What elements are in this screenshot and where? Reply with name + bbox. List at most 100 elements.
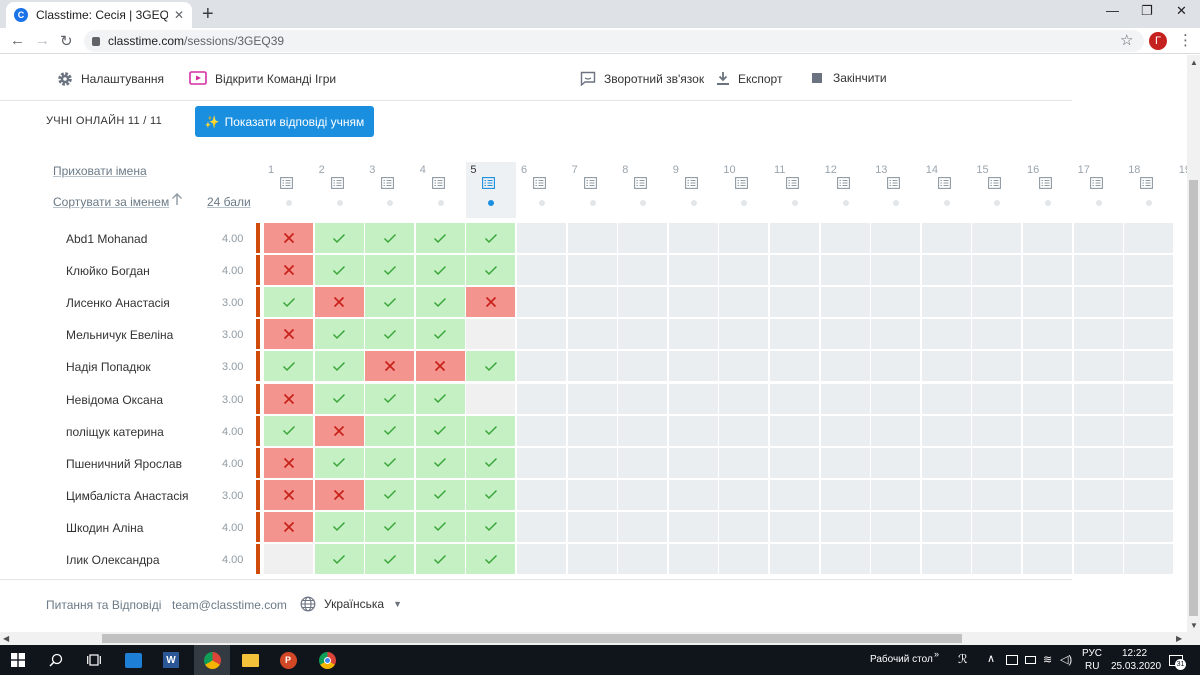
powerpoint-app-icon[interactable]: P (278, 650, 298, 670)
question-header-16[interactable]: 16 (1023, 162, 1073, 218)
word-app-icon[interactable]: W (161, 650, 181, 670)
answer-cell[interactable] (264, 383, 313, 414)
answer-cell[interactable] (365, 351, 415, 382)
minimize-icon[interactable]: — (1106, 3, 1119, 18)
task-view-icon[interactable] (84, 650, 104, 670)
answer-cell[interactable] (314, 223, 364, 253)
answer-cell[interactable] (415, 319, 465, 350)
question-header-12[interactable]: 12 (821, 162, 871, 218)
student-name[interactable]: поліщук катерина (66, 425, 164, 439)
question-header-1[interactable]: 1 (264, 162, 314, 218)
question-header-7[interactable]: 7 (568, 162, 618, 218)
question-header-17[interactable]: 17 (1074, 162, 1124, 218)
email-link[interactable]: team@classtime.com (172, 598, 287, 612)
windows-start-icon[interactable] (8, 650, 28, 670)
clock-time[interactable]: 12:22 (1122, 648, 1147, 659)
desktop-toolbar-label[interactable]: Рабочий стол (870, 654, 933, 665)
question-header-18[interactable]: 18 (1124, 162, 1174, 218)
answer-cell[interactable] (415, 223, 465, 253)
answer-cell[interactable] (314, 511, 364, 542)
toolbar-expand-icon[interactable]: » (934, 649, 939, 659)
answer-cell[interactable] (365, 479, 415, 510)
answer-cell[interactable] (264, 479, 313, 510)
export-button[interactable]: Експорт (716, 71, 782, 86)
store-app-icon[interactable] (123, 650, 143, 670)
new-tab-icon[interactable]: + (202, 3, 214, 26)
feedback-button[interactable]: Зворотний зв'язок (580, 71, 704, 86)
answer-cell[interactable] (466, 415, 516, 446)
settings-button[interactable]: Налаштування (57, 71, 164, 87)
finish-button[interactable]: Закінчити (811, 71, 887, 85)
close-tab-icon[interactable]: ✕ (174, 8, 184, 22)
reload-icon[interactable]: ↻ (60, 32, 73, 50)
notifications-icon[interactable]: 31 (1166, 650, 1186, 670)
forward-arrow-icon[interactable]: → (35, 32, 50, 49)
answer-cell[interactable] (365, 447, 415, 478)
question-header-14[interactable]: 14 (922, 162, 972, 218)
answer-cell[interactable] (466, 287, 516, 318)
question-header-4[interactable]: 4 (416, 162, 466, 218)
answer-cell[interactable] (264, 415, 313, 446)
student-name[interactable]: Клюйко Богдан (66, 264, 150, 278)
student-name[interactable]: Пшеничний Ярослав (66, 457, 182, 471)
answer-cell[interactable] (415, 351, 465, 382)
answer-cell[interactable] (264, 351, 313, 382)
answer-cell[interactable] (264, 319, 313, 350)
answer-cell[interactable] (264, 255, 313, 286)
answer-cell[interactable] (314, 479, 364, 510)
student-name[interactable]: Надія Попадюк (66, 360, 151, 374)
answer-cell[interactable] (415, 287, 465, 318)
horizontal-scroll-thumb[interactable] (102, 634, 962, 643)
answer-cell[interactable] (365, 383, 415, 414)
answer-cell[interactable] (264, 287, 313, 318)
answer-cell[interactable] (466, 479, 516, 510)
answer-cell[interactable] (314, 383, 364, 414)
answer-cell[interactable] (264, 223, 313, 253)
answer-cell[interactable] (415, 479, 465, 510)
question-header-10[interactable]: 10 (719, 162, 769, 218)
answer-cell[interactable] (314, 544, 364, 574)
answer-cell[interactable] (314, 287, 364, 318)
answer-cell[interactable] (365, 544, 415, 574)
vertical-scroll-thumb[interactable] (1189, 180, 1198, 616)
question-header-6[interactable]: 6 (517, 162, 567, 218)
answer-cell[interactable] (415, 415, 465, 446)
question-header-15[interactable]: 15 (972, 162, 1022, 218)
open-games-button[interactable]: Відкрити Команді Ігри (189, 71, 336, 86)
file-explorer-icon[interactable] (240, 650, 260, 670)
question-header-3[interactable]: 3 (365, 162, 415, 218)
close-window-icon[interactable]: ✕ (1176, 3, 1187, 19)
sort-arrow-up-icon[interactable] (170, 192, 184, 206)
chrome-app-icon[interactable] (317, 650, 337, 670)
answer-cell[interactable] (314, 415, 364, 446)
maximize-icon[interactable]: ❐ (1141, 3, 1153, 19)
scroll-up-arrow-icon[interactable]: ▲ (1190, 58, 1198, 67)
browser-menu-icon[interactable]: ⋮ (1178, 31, 1193, 49)
battery-icon[interactable] (1020, 650, 1040, 670)
answer-cell[interactable] (415, 447, 465, 478)
question-header-5[interactable]: 5 (466, 162, 517, 218)
clock-date[interactable]: 25.03.2020 (1111, 661, 1161, 672)
wifi-icon[interactable]: ≋ (1043, 653, 1052, 666)
student-name[interactable]: Невідома Оксана (66, 393, 163, 407)
question-header-8[interactable]: 8 (618, 162, 668, 218)
show-answers-button[interactable]: ✨ Показати відповіді учням (195, 106, 374, 137)
answer-cell[interactable] (264, 511, 313, 542)
question-header-13[interactable]: 13 (871, 162, 921, 218)
student-name[interactable]: Abd1 Mohanad (66, 232, 147, 246)
language-select[interactable]: Українська ▼ (300, 596, 402, 612)
search-icon[interactable] (46, 650, 66, 670)
answer-cell[interactable] (466, 223, 516, 253)
input-language-label[interactable]: РУС (1082, 648, 1102, 659)
browser-tab[interactable]: C Classtime: Сесія | 3GEQ39 ✕ (6, 2, 192, 28)
sort-by-name-link[interactable]: Сортувати за іменем (53, 195, 169, 209)
scroll-right-arrow-icon[interactable]: ▶ (1176, 634, 1182, 643)
answer-cell[interactable] (466, 351, 516, 382)
answer-cell[interactable] (466, 544, 516, 574)
answer-cell[interactable] (314, 319, 364, 350)
answer-cell[interactable] (314, 351, 364, 382)
answer-cell[interactable] (415, 383, 465, 414)
question-header-11[interactable]: 11 (770, 162, 820, 218)
student-name[interactable]: Шкодин Аліна (66, 521, 143, 535)
answer-cell[interactable] (365, 287, 415, 318)
